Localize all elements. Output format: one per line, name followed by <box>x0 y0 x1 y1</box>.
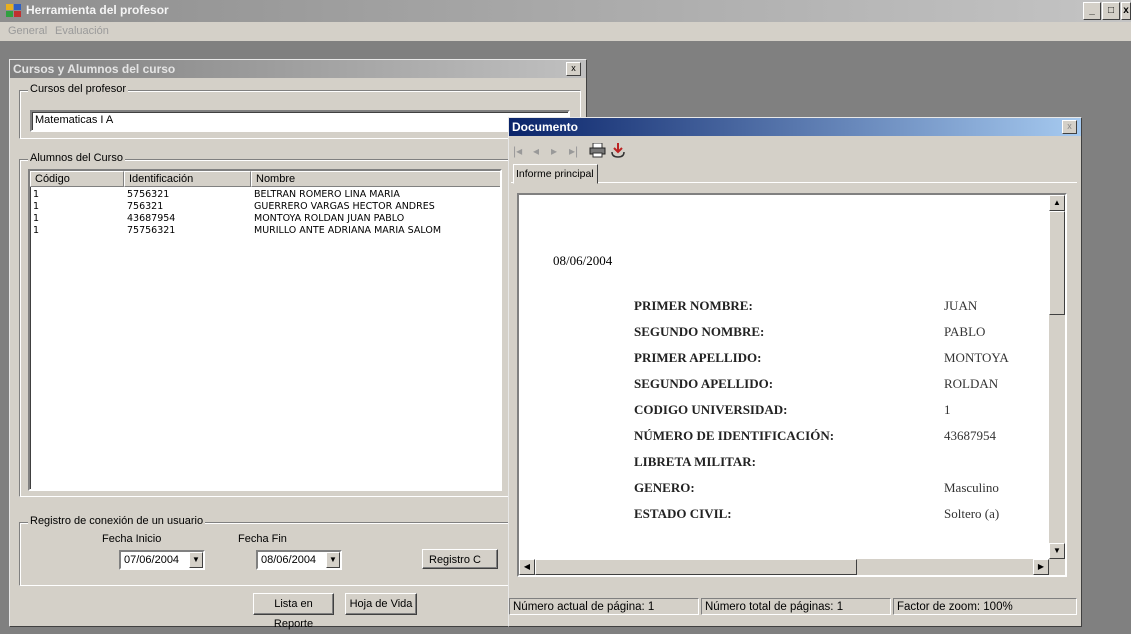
value-primer-apellido: MONTOYA <box>944 350 1009 365</box>
value-codigo-universidad: 1 <box>944 402 951 417</box>
value-segundo-nombre: PABLO <box>944 324 986 339</box>
prev-page-button[interactable]: ◂ <box>533 144 539 158</box>
chevron-down-icon[interactable]: ▼ <box>326 552 340 568</box>
col-header-identificacion[interactable]: Identificación <box>124 171 251 187</box>
export-icon[interactable] <box>610 142 626 158</box>
value-estado-civil: Soltero (a) <box>944 506 1000 521</box>
report-panel: 08/06/2004 PRIMER NOMBRE: JUAN SEGUNDO N… <box>511 182 1077 594</box>
alumnos-group-label: Alumnos del Curso <box>28 152 125 164</box>
window-controls: _ □ x <box>1083 2 1131 20</box>
last-page-button[interactable]: ▸| <box>569 144 578 158</box>
label-estado-civil: ESTADO CIVIL: <box>634 506 732 521</box>
cursos-close-button[interactable]: x <box>566 62 581 76</box>
label-genero: GENERO: <box>634 480 695 495</box>
cursos-window: Cursos y Alumnos del curso x Cursos del … <box>9 59 587 630</box>
status-zoom: Factor de zoom: 100% <box>893 598 1077 615</box>
status-bar: Número actual de página: 1 Número total … <box>509 596 1081 618</box>
vertical-scroll-thumb[interactable] <box>1049 211 1065 315</box>
fecha-fin-picker[interactable]: 08/06/2004 ▼ <box>256 550 342 570</box>
col-header-codigo[interactable]: Código <box>30 171 124 187</box>
label-numero-identificacion: NÚMERO DE IDENTIFICACIÓN: <box>634 428 835 443</box>
col-header-nombre[interactable]: Nombre <box>251 171 500 187</box>
menu-bar: General Evaluación <box>0 22 1131 41</box>
tab-label: Informe principal <box>516 168 594 180</box>
app-title-bar: Herramienta del profesor _ □ x <box>0 0 1131 22</box>
scroll-left-button[interactable]: ◀ <box>519 559 535 575</box>
documento-close-button[interactable]: x <box>1062 120 1077 134</box>
value-genero: Masculino <box>944 480 999 495</box>
curso-value: Matematicas I A <box>35 114 114 126</box>
table-row[interactable]: 1 75756321 MURILLO ANTE ADRIANA MARIA SA… <box>30 224 500 237</box>
fecha-fin-label: Fecha Fin <box>238 533 287 545</box>
label-segundo-nombre: SEGUNDO NOMBRE: <box>634 324 765 339</box>
documento-title: Documento <box>512 120 578 134</box>
cursos-window-titlebar: Cursos y Alumnos del curso x <box>10 60 586 78</box>
printer-icon[interactable] <box>589 143 606 158</box>
cursos-group: Cursos del profesor Matematicas I A <box>19 83 581 139</box>
registro-group: Registro de conexión de un usuario Fecha… <box>19 515 581 586</box>
scroll-corner <box>1049 559 1065 575</box>
documento-titlebar: Documento x <box>509 118 1081 136</box>
documento-window: Documento x |◂ ◂ ▸ ▸| Informe principal … <box>508 117 1082 627</box>
maximize-button[interactable]: □ <box>1102 2 1120 20</box>
fecha-inicio-picker[interactable]: 07/06/2004 ▼ <box>119 550 205 570</box>
menu-general[interactable]: General <box>8 25 47 37</box>
label-libreta-militar: LIBRETA MILITAR: <box>634 454 756 469</box>
value-primer-nombre: JUAN <box>944 298 978 313</box>
app-title: Herramienta del profesor <box>26 3 169 17</box>
alumnos-group: Alumnos del Curso Código Identificación … <box>19 152 581 497</box>
scroll-right-button[interactable]: ▶ <box>1033 559 1049 575</box>
scroll-up-button[interactable]: ▲ <box>1049 195 1065 211</box>
menu-evaluacion[interactable]: Evaluación <box>55 25 109 37</box>
app-icon <box>6 4 21 17</box>
cursos-group-label: Cursos del profesor <box>28 83 128 95</box>
cell-nombre: MURILLO ANTE ADRIANA MARIA SALOM <box>254 225 442 236</box>
minimize-button[interactable]: _ <box>1083 2 1101 20</box>
report-date: 08/06/2004 <box>553 253 613 268</box>
report-toolbar: |◂ ◂ ▸ ▸| <box>509 138 1081 162</box>
curso-select[interactable]: Matematicas I A <box>30 110 570 132</box>
fecha-fin-value: 08/06/2004 <box>261 554 317 566</box>
label-primer-apellido: PRIMER APELLIDO: <box>634 350 762 365</box>
value-segundo-apellido: ROLDAN <box>944 376 999 391</box>
alumnos-table[interactable]: Código Identificación Nombre 1 5756321 B… <box>28 169 502 491</box>
chevron-down-icon[interactable]: ▼ <box>189 552 203 568</box>
status-total-pages: Número total de páginas: 1 <box>701 598 891 615</box>
hoja-vida-button[interactable]: Hoja de Vida <box>345 593 417 615</box>
tab-informe-principal[interactable]: Informe principal <box>513 164 598 184</box>
next-page-button[interactable]: ▸ <box>551 144 557 158</box>
horizontal-scrollbar[interactable]: ◀ ▶ <box>519 559 1049 575</box>
cursos-window-title: Cursos y Alumnos del curso <box>13 62 176 76</box>
value-numero-identificacion: 43687954 <box>944 428 996 443</box>
fecha-inicio-value: 07/06/2004 <box>124 554 180 566</box>
lista-reporte-button[interactable]: Lista en Reporte <box>253 593 334 630</box>
registro-button[interactable]: Registro C <box>422 549 498 569</box>
registro-group-label: Registro de conexión de un usuario <box>28 515 206 527</box>
label-segundo-apellido: SEGUNDO APELLIDO: <box>634 376 774 391</box>
cell-codigo: 1 <box>33 225 40 236</box>
report-viewer[interactable]: 08/06/2004 PRIMER NOMBRE: JUAN SEGUNDO N… <box>517 193 1067 577</box>
cell-identificacion: 75756321 <box>127 225 176 236</box>
first-page-button[interactable]: |◂ <box>513 144 522 158</box>
status-current-page: Número actual de página: 1 <box>509 598 699 615</box>
report-page: 08/06/2004 PRIMER NOMBRE: JUAN SEGUNDO N… <box>519 195 1049 559</box>
fecha-inicio-label: Fecha Inicio <box>102 533 162 545</box>
close-button[interactable]: x <box>1121 2 1131 20</box>
label-codigo-universidad: CODIGO UNIVERSIDAD: <box>634 402 788 417</box>
vertical-scrollbar[interactable]: ▲ ▼ <box>1049 195 1065 559</box>
horizontal-scroll-thumb[interactable] <box>535 559 857 575</box>
label-primer-nombre: PRIMER NOMBRE: <box>634 298 753 313</box>
scroll-down-button[interactable]: ▼ <box>1049 543 1065 559</box>
